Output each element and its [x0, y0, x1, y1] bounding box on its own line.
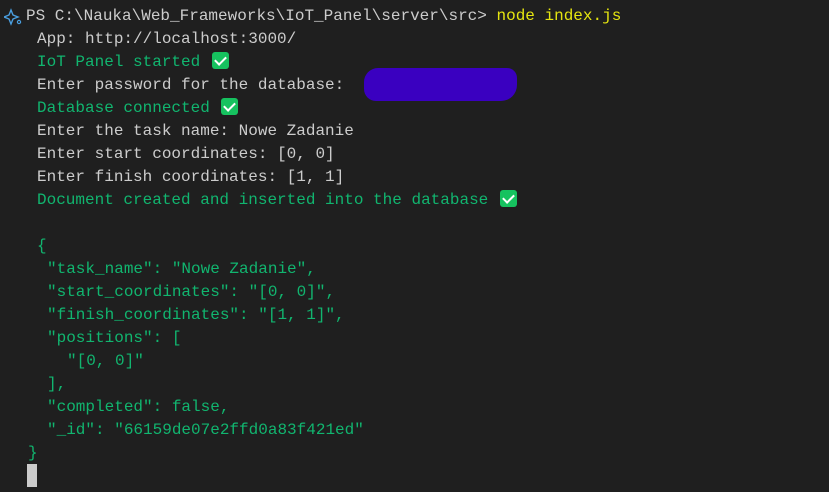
json-finish-coordinates: "finish_coordinates": "[1, 1]",: [47, 306, 345, 324]
db-connected-text: Database connected: [37, 99, 210, 117]
finish-coordinates-line: Enter finish coordinates: [1, 1]: [37, 168, 345, 186]
check-mark-icon: [221, 98, 239, 115]
app-url-line: App: http://localhost:3000/: [37, 30, 297, 48]
json-completed: "completed": false,: [47, 398, 230, 416]
json-task-name: "task_name": "Nowe Zadanie",: [47, 260, 316, 278]
check-mark-icon: [499, 190, 517, 207]
json-open-brace: {: [37, 237, 47, 255]
prompt-path: PS C:\Nauka\Web_Frameworks\IoT_Panel\ser…: [26, 7, 497, 25]
json-position-item: "[0, 0]": [67, 352, 144, 370]
json-close-brace: }: [28, 444, 38, 462]
json-positions-close: ],: [47, 375, 67, 393]
start-coordinates-line: Enter start coordinates: [0, 0]: [37, 145, 335, 163]
prompt-line: PS C:\Nauka\Web_Frameworks\IoT_Panel\ser…: [26, 5, 621, 28]
document-created-line: Document created and inserted into the d…: [37, 189, 517, 212]
terminal-cursor[interactable]: [27, 464, 37, 487]
command-text: node index.js: [496, 7, 622, 25]
json-start-coordinates: "start_coordinates": "[0, 0]",: [47, 283, 336, 301]
db-connected-line: Database connected: [37, 97, 239, 120]
started-line: IoT Panel started: [37, 51, 229, 74]
check-mark-icon: [211, 52, 229, 69]
password-prompt-line: Enter password for the database:: [37, 76, 354, 94]
started-text: IoT Panel started: [37, 53, 201, 71]
document-created-text: Document created and inserted into the d…: [37, 191, 489, 209]
json-id: "_id": "66159de07e2ffd0a83f421ed": [47, 421, 364, 439]
json-positions-open: "positions": [: [47, 329, 182, 347]
shell-integration-sparkle-icon: [4, 8, 22, 26]
redacted-password: [364, 68, 517, 101]
task-name-line: Enter the task name: Nowe Zadanie: [37, 122, 354, 140]
